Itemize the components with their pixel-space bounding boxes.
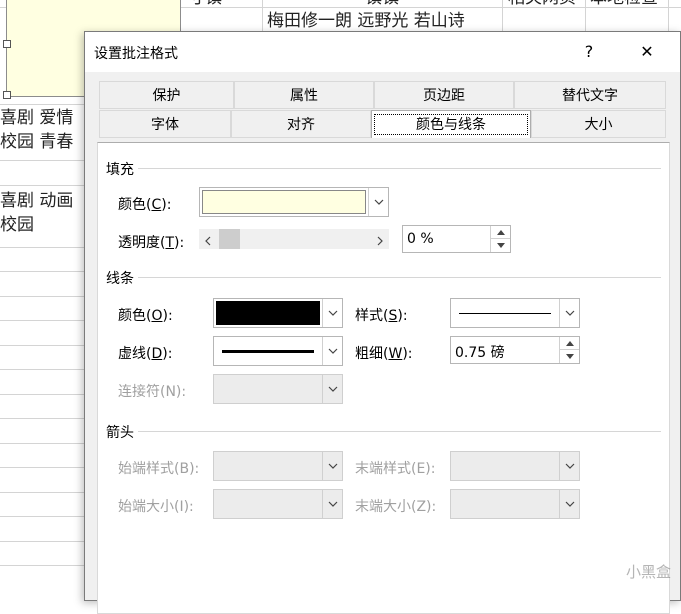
line-color-dropdown[interactable] [213, 298, 343, 328]
chevron-down-icon [322, 452, 342, 480]
spin-down-icon[interactable] [490, 239, 510, 252]
fill-color-swatch [202, 190, 366, 214]
weight-label: 粗细(W): [355, 346, 413, 362]
chevron-down-icon [559, 299, 579, 327]
tab-alt-text[interactable]: 替代文字 [514, 81, 666, 109]
end-style-label: 末端样式(E): [355, 461, 436, 477]
transparency-label: 透明度(T): [118, 235, 185, 251]
tab-font[interactable]: 字体 [99, 110, 231, 138]
dash-preview [222, 350, 314, 353]
tab-margins[interactable]: 页边距 [374, 81, 514, 109]
tab-protection[interactable]: 保护 [99, 81, 234, 109]
resize-handle[interactable] [3, 40, 11, 48]
end-size-dropdown[interactable] [450, 489, 580, 519]
section-divider [138, 277, 661, 278]
transparency-value: 0 % [407, 231, 434, 247]
tab-colors-and-lines[interactable]: 颜色与线条 [371, 110, 531, 138]
end-size-label: 末端大小(Z): [355, 499, 437, 515]
line-style-dropdown[interactable] [450, 298, 580, 328]
weight-spinner[interactable]: 0.75 磅 [450, 336, 580, 364]
dialog-title: 设置批注格式 [94, 46, 178, 62]
end-style-dropdown[interactable] [450, 451, 580, 481]
chevron-left-icon[interactable] [205, 234, 211, 250]
format-comment-dialog: 设置批注格式 ? ✕ 保护 属性 页边距 替代文字 字体 对齐 颜色与线条 大小… [84, 31, 681, 614]
header-cell: 本地检查 [590, 0, 658, 10]
arrows-section-title: 箭头 [106, 425, 134, 441]
tab-alignment[interactable]: 对齐 [231, 110, 371, 138]
transparency-spinner[interactable]: 0 % [402, 225, 511, 253]
header-cell: 寸镇 [188, 0, 222, 10]
chevron-down-icon [559, 452, 579, 480]
connector-dropdown[interactable] [213, 374, 343, 404]
close-button[interactable]: ✕ [624, 32, 670, 72]
header-cell: 相关网页 [508, 0, 576, 10]
genre-cell-line1: 喜剧 爱情 [0, 108, 74, 128]
connector-label: 连接符(N): [118, 384, 187, 400]
line-style-label: 样式(S): [355, 308, 408, 324]
section-divider [138, 431, 661, 432]
help-button[interactable]: ? [566, 32, 612, 72]
section-divider [138, 168, 661, 169]
dash-label: 虚线(D): [118, 346, 173, 362]
genre-cell-line1: 喜剧 动画 [0, 191, 74, 211]
watermark: 小黑盒 [625, 563, 671, 581]
line-style-preview [459, 313, 551, 314]
colors-and-lines-panel: 填充 颜色(C): 透明度(T): 0 % 线条 颜色(O): 样式(S): 虚… [97, 142, 670, 614]
tab-properties[interactable]: 属性 [234, 81, 374, 109]
weight-value: 0.75 磅 [455, 345, 505, 361]
chevron-down-icon [559, 490, 579, 518]
chevron-down-icon [322, 299, 342, 327]
begin-size-label: 始端大小(I): [118, 499, 194, 515]
fill-color-label: 颜色(C): [118, 197, 172, 213]
transparency-slider[interactable] [199, 229, 389, 249]
chevron-down-icon [322, 375, 342, 403]
dash-dropdown[interactable] [213, 336, 343, 366]
focus-rect [374, 114, 528, 135]
line-color-swatch [216, 301, 320, 325]
spin-up-icon[interactable] [490, 226, 510, 239]
fill-section-title: 填充 [106, 162, 134, 178]
resize-handle[interactable] [3, 91, 11, 99]
genre-cell-line2: 校园 青春 [0, 132, 74, 152]
tab-size[interactable]: 大小 [531, 110, 666, 138]
fill-color-dropdown[interactable] [199, 187, 389, 217]
begin-size-dropdown[interactable] [213, 489, 343, 519]
chevron-right-icon[interactable] [377, 234, 383, 250]
begin-style-label: 始端样式(B): [118, 461, 200, 477]
chevron-down-icon [322, 490, 342, 518]
begin-style-dropdown[interactable] [213, 451, 343, 481]
line-color-label: 颜色(O): [118, 308, 173, 324]
dialog-titlebar[interactable]: 设置批注格式 ? ✕ [85, 32, 680, 72]
spin-up-icon[interactable] [559, 337, 579, 350]
slider-thumb[interactable] [219, 229, 240, 249]
chevron-down-icon [368, 188, 388, 216]
line-section-title: 线条 [106, 271, 134, 287]
spin-down-icon[interactable] [559, 350, 579, 363]
cast-cell: 梅田修一朗 远野光 若山诗 [267, 11, 465, 31]
chevron-down-icon [322, 337, 342, 365]
genre-cell-line2: 校园 [0, 215, 34, 235]
